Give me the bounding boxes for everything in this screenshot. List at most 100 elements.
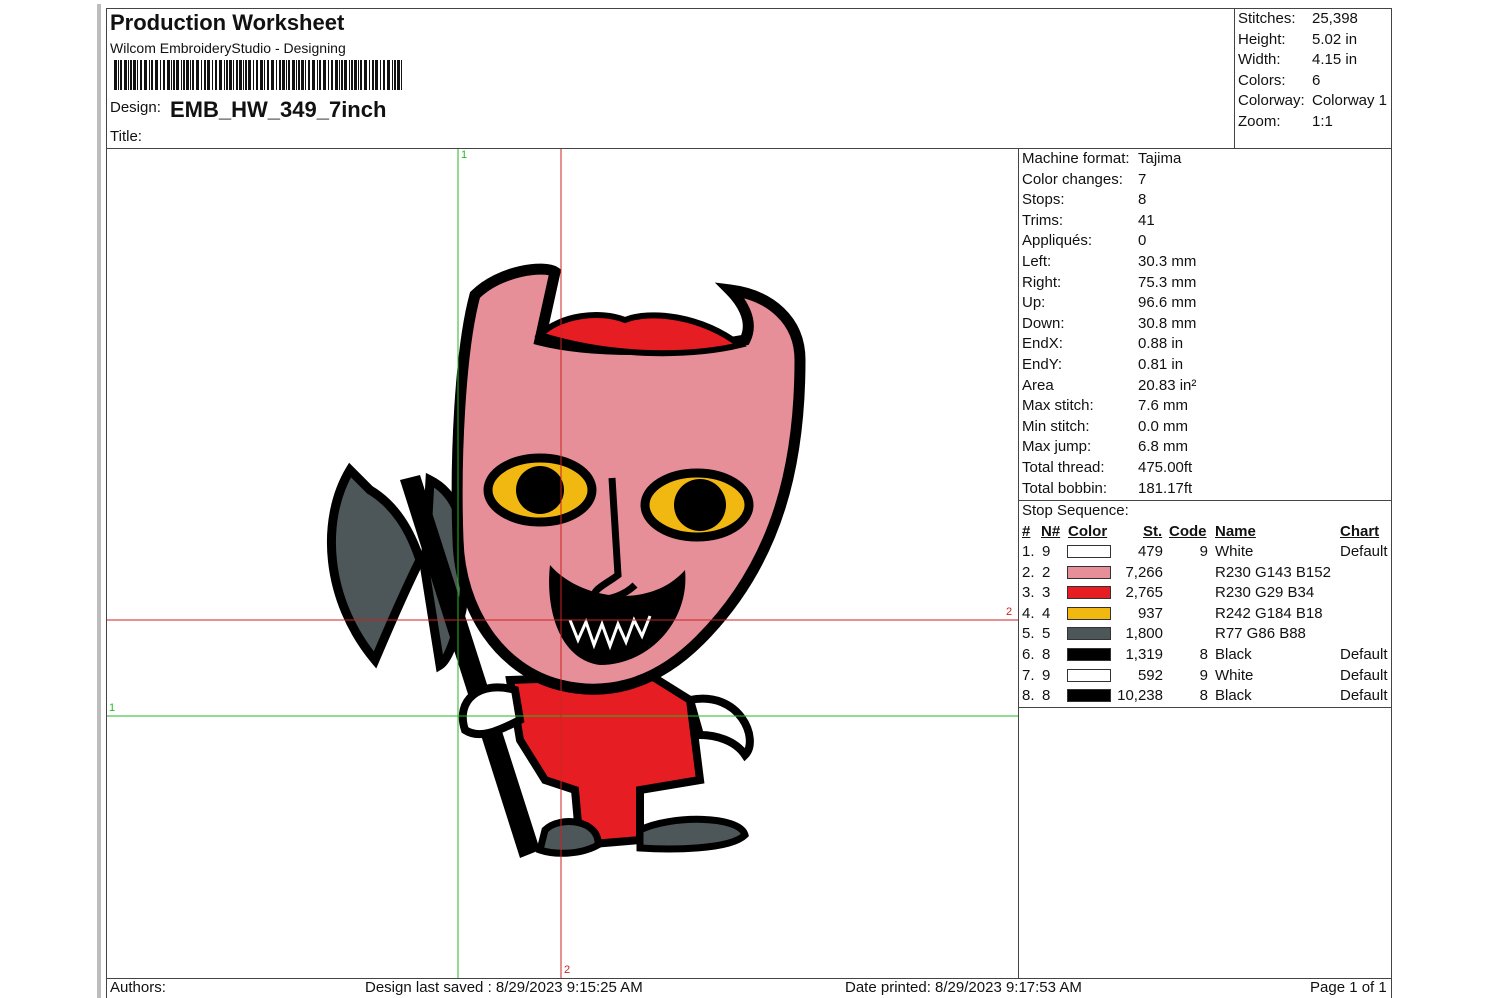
red-guide-label-right: 2 — [1006, 606, 1013, 618]
detail-label: Trims: — [1022, 211, 1064, 229]
design-name: EMB_HW_349_7inch — [170, 97, 387, 122]
detail-label: Min stitch: — [1022, 417, 1090, 435]
detail-label: Right: — [1022, 273, 1062, 291]
red-guide-label-bottom: 2 — [564, 964, 571, 976]
detail-label: Max jump: — [1022, 438, 1092, 456]
seq-name: R242 G184 B18 — [1215, 604, 1323, 622]
summary-value: 6 — [1312, 71, 1321, 89]
seq-stitches: 937 — [1137, 604, 1163, 622]
detail-value: Tajima — [1138, 150, 1182, 167]
detail-value: 7.6 mm — [1138, 397, 1189, 415]
detail-label: Max stitch: — [1022, 397, 1094, 415]
color-swatch — [1067, 565, 1111, 579]
software-name: Wilcom EmbroideryStudio - Designing — [110, 40, 346, 56]
seq-needle: 9 — [1042, 666, 1051, 684]
seq-index: 1. — [1022, 543, 1035, 560]
summary-divider — [1234, 8, 1235, 148]
seq-chart: Default — [1340, 666, 1388, 684]
detail-value: 6.8 mm — [1138, 438, 1189, 456]
seq-index: 6. — [1022, 646, 1035, 663]
seq-index: 8. — [1022, 687, 1035, 705]
seq-stitches: 2,765 — [1125, 584, 1163, 602]
detail-value: 75.3 mm — [1138, 273, 1197, 291]
detail-value: 0.0 mm — [1138, 417, 1189, 435]
detail-value: 0 — [1138, 232, 1147, 250]
summary-label: Width: — [1238, 51, 1281, 69]
design-canvas — [107, 149, 1018, 978]
detail-label: EndX: — [1022, 335, 1063, 353]
seq-code: 9 — [1199, 666, 1208, 684]
seq-needle: 8 — [1042, 687, 1051, 705]
sequence-divider — [1018, 707, 1392, 708]
col-name-header: Name — [1215, 523, 1256, 540]
seq-code: 8 — [1199, 687, 1208, 705]
seq-needle: 2 — [1042, 563, 1051, 581]
col-index-header: # — [1022, 523, 1031, 540]
summary-value: 1:1 — [1312, 113, 1333, 130]
seq-stitches: 7,266 — [1125, 563, 1163, 581]
summary-label: Stitches: — [1238, 10, 1296, 27]
page-number: Page 1 of 1 — [1310, 979, 1387, 996]
seq-index: 7. — [1022, 666, 1035, 684]
seq-chart: Default — [1340, 646, 1388, 663]
detail-value: 20.83 in² — [1138, 376, 1197, 394]
detail-label: Total thread: — [1022, 459, 1105, 476]
detail-value: 8 — [1138, 191, 1147, 209]
page-title: Production Worksheet — [110, 10, 345, 35]
seq-needle: 4 — [1042, 604, 1051, 622]
seq-chart: Default — [1340, 543, 1388, 560]
summary-value: 4.15 in — [1312, 51, 1358, 69]
seq-stitches: 592 — [1137, 666, 1163, 684]
col-stitches-header: St. — [1143, 523, 1163, 540]
detail-value: 0.88 in — [1138, 335, 1184, 353]
summary-label: Height: — [1238, 30, 1286, 48]
seq-chart: Default — [1340, 687, 1388, 705]
seq-needle: 9 — [1042, 543, 1051, 560]
detail-value: 181.17ft — [1138, 479, 1193, 497]
seq-stitches: 479 — [1137, 543, 1163, 560]
footer-divider — [106, 978, 1392, 979]
seq-name: R230 G143 B152 — [1215, 563, 1331, 581]
detail-value: 41 — [1138, 211, 1155, 229]
seq-index: 2. — [1022, 563, 1035, 581]
seq-index: 3. — [1022, 584, 1035, 602]
seq-needle: 5 — [1042, 625, 1051, 643]
color-swatch — [1067, 545, 1111, 558]
detail-value: 30.8 mm — [1138, 314, 1197, 332]
seq-name: R230 G29 B34 — [1215, 584, 1315, 602]
page-edge — [97, 4, 101, 998]
detail-value: 0.81 in — [1138, 356, 1184, 373]
summary-value: 25,398 — [1312, 10, 1358, 27]
detail-label: Machine format: — [1022, 150, 1130, 167]
detail-label: Appliqués: — [1022, 232, 1093, 250]
summary-value: Colorway 1 — [1312, 92, 1388, 110]
color-swatch — [1067, 648, 1111, 661]
barcode — [114, 60, 402, 90]
col-needle-header: N# — [1041, 523, 1061, 540]
seq-name: Black — [1215, 687, 1252, 705]
col-color-header: Color — [1068, 523, 1108, 540]
authors-label: Authors: — [110, 979, 166, 996]
green-guide-label-top: 1 — [461, 149, 468, 161]
color-swatch — [1067, 689, 1111, 703]
summary-label: Zoom: — [1238, 113, 1281, 130]
color-swatch — [1067, 627, 1111, 641]
date-printed: Date printed: 8/29/2023 9:17:53 AM — [845, 979, 1082, 996]
seq-stitches: 1,319 — [1125, 646, 1163, 663]
detail-label: Down: — [1022, 314, 1065, 332]
detail-label: Stops: — [1022, 191, 1065, 209]
detail-value: 475.00ft — [1138, 459, 1193, 476]
seq-code: 9 — [1199, 543, 1208, 560]
green-guide-label-left: 1 — [109, 702, 116, 714]
seq-needle: 8 — [1042, 646, 1051, 663]
seq-stitches: 10,238 — [1117, 687, 1163, 705]
seq-stitches: 1,800 — [1125, 625, 1163, 643]
detail-value: 96.6 mm — [1138, 294, 1197, 312]
detail-label: Up: — [1022, 294, 1046, 312]
detail-value: 30.3 mm — [1138, 253, 1197, 270]
color-swatch — [1067, 606, 1111, 620]
seq-code: 8 — [1199, 646, 1208, 663]
last-saved: Design last saved : 8/29/2023 9:15:25 AM — [365, 979, 643, 996]
detail-label: Color changes: — [1022, 170, 1123, 188]
summary-value: 5.02 in — [1312, 30, 1358, 48]
